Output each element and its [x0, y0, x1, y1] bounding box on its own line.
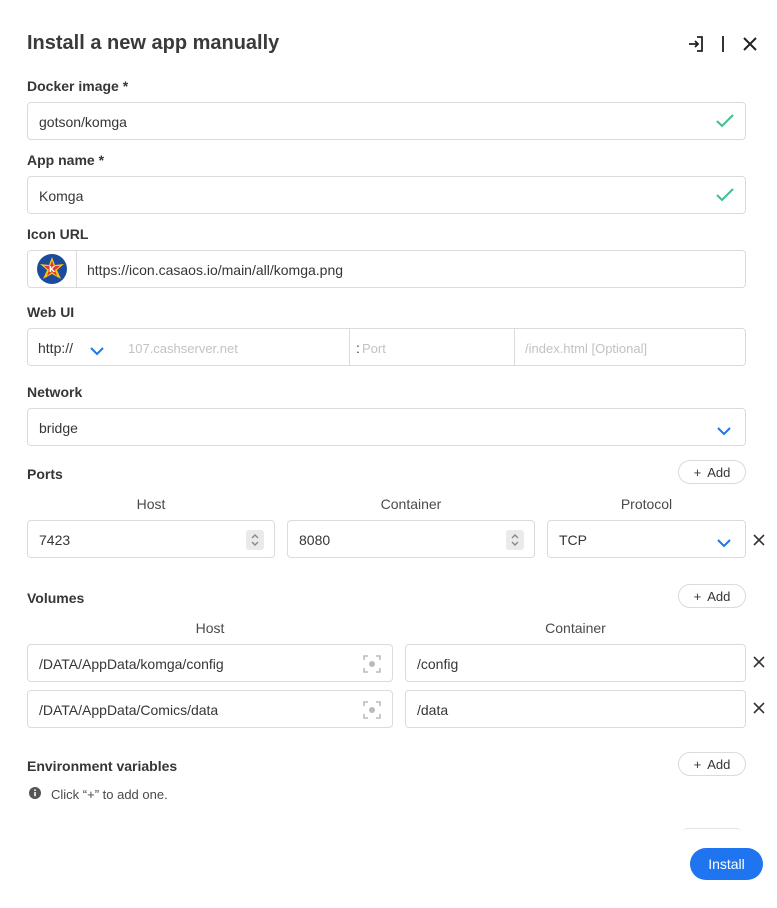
install-button[interactable]: Install: [690, 848, 763, 880]
check-icon: [715, 113, 735, 134]
plus-icon: +: [693, 756, 702, 772]
port-host-value: 7423: [39, 532, 71, 548]
network-label: Network: [27, 384, 83, 400]
env-hint: Click “+” to add one.: [29, 787, 168, 802]
ports-col-container: Container: [380, 496, 442, 512]
number-stepper-icon[interactable]: [506, 530, 524, 550]
port-protocol-value: TCP: [559, 532, 587, 548]
volumes-label: Volumes: [27, 590, 85, 606]
scroll-shadow: [683, 828, 741, 832]
network-select[interactable]: bridge: [27, 408, 746, 446]
remove-volume-icon[interactable]: [753, 655, 765, 673]
page-title: Install a new app manually: [27, 32, 280, 54]
ports-col-host: Host: [136, 496, 166, 512]
path-placeholder: /index.html [Optional]: [525, 341, 648, 356]
add-volume-button[interactable]: + Add: [678, 584, 746, 608]
chevron-down-icon: [717, 535, 731, 553]
port-host-input[interactable]: 7423: [27, 520, 275, 558]
svg-text:K: K: [49, 265, 56, 274]
scheme-value: http://: [38, 340, 74, 356]
port-protocol-select[interactable]: TCP: [547, 520, 746, 558]
volume-container-value: /data: [417, 702, 449, 718]
env-label: Environment variables: [27, 758, 178, 774]
ports-col-protocol: Protocol: [620, 496, 673, 512]
port-input[interactable]: : Port: [349, 328, 515, 366]
header-divider: [722, 36, 724, 52]
volume-container-input[interactable]: /config: [405, 644, 746, 682]
scheme-select[interactable]: http://: [27, 328, 119, 366]
remove-volume-icon[interactable]: [753, 701, 765, 719]
folder-select-icon[interactable]: [362, 654, 382, 679]
app-name-label: App name *: [27, 152, 105, 168]
komga-logo-icon: K: [28, 251, 77, 287]
app-name-input[interactable]: Komga: [27, 176, 746, 214]
icon-url-label: Icon URL: [27, 226, 89, 242]
volume-host-value: /DATA/AppData/komga/config: [39, 656, 224, 672]
volumes-col-host: Host: [195, 620, 225, 636]
chevron-down-icon: [717, 423, 731, 441]
icon-url-value: https://icon.casaos.io/main/all/komga.pn…: [87, 262, 344, 278]
number-stepper-icon[interactable]: [246, 530, 264, 550]
add-port-label: Add: [707, 464, 731, 480]
add-env-label: Add: [707, 756, 731, 772]
volume-host-input[interactable]: /DATA/AppData/komga/config: [27, 644, 393, 682]
header-actions: [685, 33, 761, 55]
plus-icon: +: [693, 464, 702, 480]
chevron-down-icon: [90, 343, 104, 361]
ports-label: Ports: [27, 466, 63, 482]
icon-url-input[interactable]: K https://icon.casaos.io/main/all/komga.…: [27, 250, 746, 288]
docker-image-input[interactable]: gotson/komga: [27, 102, 746, 140]
host-placeholder: 107.cashserver.net: [128, 341, 238, 356]
volumes-col-container: Container: [545, 620, 606, 636]
path-input[interactable]: /index.html [Optional]: [514, 328, 746, 366]
plus-icon: +: [693, 588, 702, 604]
add-volume-label: Add: [707, 588, 731, 604]
port-container-value: 8080: [299, 532, 331, 548]
info-icon: [29, 787, 41, 802]
app-name-value: Komga: [39, 188, 84, 204]
folder-select-icon[interactable]: [362, 700, 382, 725]
network-value: bridge: [39, 420, 78, 436]
volume-container-value: /config: [417, 656, 459, 672]
web-ui-label: Web UI: [27, 304, 75, 320]
volume-host-input[interactable]: /DATA/AppData/Comics/data: [27, 690, 393, 728]
add-port-button[interactable]: + Add: [678, 460, 746, 484]
port-container-input[interactable]: 8080: [287, 520, 535, 558]
docker-image-value: gotson/komga: [39, 114, 127, 130]
volume-container-input[interactable]: /data: [405, 690, 746, 728]
port-placeholder: Port: [362, 341, 386, 356]
docker-image-label: Docker image *: [27, 78, 129, 94]
check-icon: [715, 187, 735, 208]
web-ui-group: http:// 107.cashserver.net : Port /index…: [27, 328, 746, 366]
close-icon[interactable]: [739, 33, 761, 55]
volume-host-value: /DATA/AppData/Comics/data: [39, 702, 219, 718]
env-hint-text: Click “+” to add one.: [51, 787, 168, 802]
remove-port-icon[interactable]: [753, 533, 765, 551]
add-env-button[interactable]: + Add: [678, 752, 746, 776]
port-prefix: :: [356, 340, 360, 356]
import-icon[interactable]: [685, 33, 707, 55]
host-input[interactable]: 107.cashserver.net: [118, 328, 350, 366]
